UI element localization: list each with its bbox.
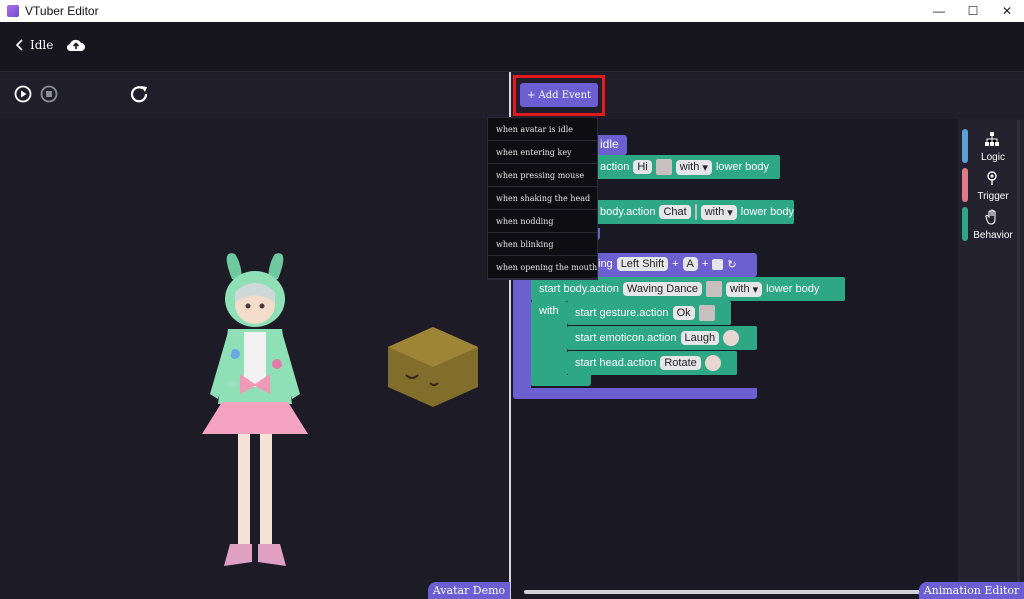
- menu-item-opening-mouth[interactable]: when opening the mouth: [488, 256, 597, 279]
- with-dropdown[interactable]: with▾: [676, 160, 712, 175]
- add-event-button[interactable]: + Add Event: [520, 83, 598, 107]
- plus-sign: +: [672, 258, 678, 270]
- hierarchy-icon: [984, 131, 1000, 147]
- animation-chip[interactable]: Waving Dance: [623, 282, 702, 296]
- plus-sign: +: [702, 258, 708, 270]
- key-chip-a[interactable]: A: [683, 257, 698, 271]
- block-row-waving-dance[interactable]: start body.action Waving Dance with▾ low…: [531, 277, 845, 301]
- head-chip[interactable]: Rotate: [660, 356, 700, 370]
- block-tail: lower body: [716, 161, 769, 173]
- watermark-logo: [386, 325, 481, 410]
- window-title: VTuber Editor: [25, 4, 99, 18]
- add-key-slot[interactable]: [712, 259, 723, 270]
- animation-thumbnail: [706, 281, 722, 297]
- stop-icon[interactable]: [40, 85, 58, 103]
- maximize-button[interactable]: ☐: [956, 0, 990, 22]
- with-container-footer: [531, 375, 591, 386]
- top-bar: Idle: [0, 22, 1024, 72]
- palette-category-logic[interactable]: Logic: [962, 129, 1018, 163]
- animation-thumbnail: [695, 204, 697, 220]
- key-event-label: ing: [598, 258, 613, 270]
- avatar-figure: [180, 244, 330, 584]
- with-dropdown-label: with: [680, 161, 700, 174]
- app-icon: [7, 5, 19, 17]
- hand-thumbnail: [699, 305, 715, 321]
- window-title-bar: VTuber Editor — ☐ ✕: [0, 0, 1024, 22]
- chevron-down-icon: ▾: [753, 283, 759, 296]
- key-chip-left-shift[interactable]: Left Shift: [617, 257, 668, 271]
- block-row-emoticon[interactable]: start emoticon.action Laugh: [567, 326, 757, 350]
- animation-chip[interactable]: Hi: [633, 160, 651, 174]
- menu-item-blinking[interactable]: when blinking: [488, 233, 597, 256]
- with-container: with: [531, 301, 567, 386]
- block-text: body.action: [600, 206, 655, 218]
- with-dropdown[interactable]: with▾: [701, 205, 737, 220]
- block-tail: lower body: [766, 283, 819, 295]
- menu-item-entering-key[interactable]: when entering key: [488, 141, 597, 164]
- category-label: Logic: [968, 152, 1018, 163]
- menu-item-shaking-head[interactable]: when shaking the head: [488, 187, 597, 210]
- tab-avatar-demo[interactable]: Avatar Demo: [428, 582, 510, 599]
- minimize-button[interactable]: —: [922, 0, 956, 22]
- add-event-highlight: + Add Event: [513, 75, 605, 116]
- play-icon[interactable]: [14, 85, 32, 103]
- with-dropdown-label: with: [705, 206, 725, 219]
- animation-chip[interactable]: Chat: [659, 205, 690, 219]
- refresh-icon[interactable]: ↻: [727, 258, 736, 271]
- chevron-down-icon: ▾: [727, 206, 733, 219]
- menu-item-avatar-idle[interactable]: when avatar is idle: [488, 118, 597, 141]
- block-row-head[interactable]: start head.action Rotate: [567, 351, 737, 375]
- close-button[interactable]: ✕: [990, 0, 1024, 22]
- back-button[interactable]: Idle: [16, 38, 53, 52]
- toolbar: [0, 73, 1024, 119]
- with-dropdown-label: with: [730, 283, 750, 296]
- cloud-upload-icon[interactable]: [66, 37, 86, 53]
- back-label: Idle: [30, 38, 53, 52]
- chevron-left-icon: [16, 39, 24, 51]
- block-text: start emoticon.action: [575, 332, 677, 344]
- key-event-footer: [513, 388, 757, 399]
- animation-thumbnail: [656, 159, 672, 175]
- head-thumbnail: [705, 355, 721, 371]
- horizontal-scrollbar[interactable]: [524, 590, 924, 594]
- chevron-down-icon: ▾: [702, 161, 708, 174]
- vertical-scrollbar[interactable]: [1017, 120, 1020, 590]
- palette-category-behavior[interactable]: Behavior: [962, 207, 1018, 241]
- hand-icon: [984, 209, 1000, 225]
- category-label: Trigger: [968, 191, 1018, 202]
- trigger-icon: [984, 170, 1000, 186]
- block-text: start gesture.action: [575, 307, 669, 319]
- face-thumbnail: [723, 330, 739, 346]
- block-text: start head.action: [575, 357, 656, 369]
- block-tail: lower body: [741, 206, 794, 218]
- block-text: action: [600, 161, 629, 173]
- key-event-body: [513, 277, 531, 392]
- block-palette: Logic Trigger Behavior: [958, 119, 1024, 599]
- emoticon-chip[interactable]: Laugh: [681, 331, 720, 345]
- gesture-chip[interactable]: Ok: [673, 306, 695, 320]
- event-dropdown-menu: when avatar is idle when entering key wh…: [487, 117, 598, 280]
- reload-icon[interactable]: [130, 85, 150, 103]
- menu-item-pressing-mouse[interactable]: when pressing mouse: [488, 164, 597, 187]
- with-label: with: [539, 305, 559, 317]
- block-row-gesture[interactable]: start gesture.action Ok: [567, 301, 731, 325]
- block-text: start body.action: [539, 283, 619, 295]
- key-event-row: ing Left Shift + A + ↻: [598, 257, 737, 271]
- menu-item-nodding[interactable]: when nodding: [488, 210, 597, 233]
- with-dropdown[interactable]: with▾: [726, 282, 762, 297]
- category-label: Behavior: [968, 230, 1018, 241]
- idle-event-label: idle: [600, 137, 619, 151]
- palette-category-trigger[interactable]: Trigger: [962, 168, 1018, 202]
- tab-animation-editor[interactable]: Animation Editor: [919, 582, 1024, 599]
